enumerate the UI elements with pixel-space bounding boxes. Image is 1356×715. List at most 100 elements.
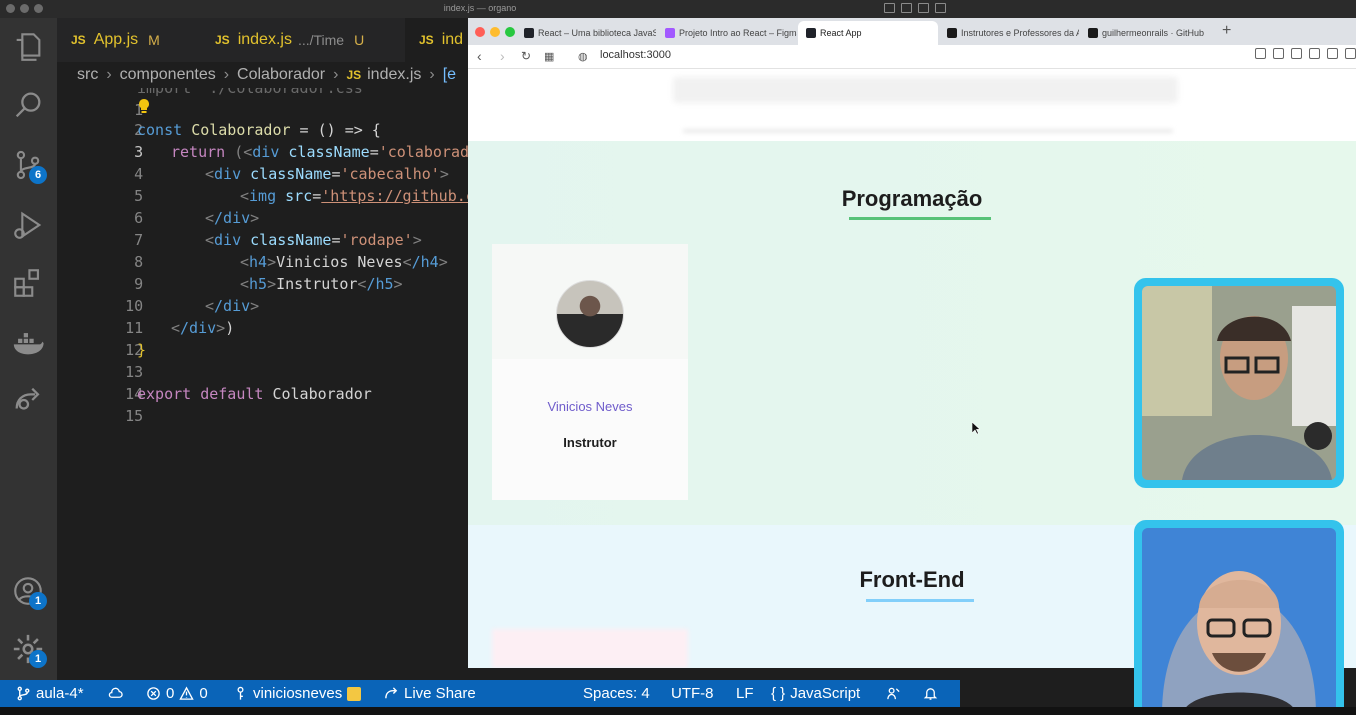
notifications-button[interactable] [923,686,938,701]
heart-icon[interactable] [1327,48,1338,59]
form-placeholder [673,77,1178,103]
breadcrumb-src[interactable]: src [77,66,98,84]
search-icon[interactable] [11,88,45,122]
menu-icon[interactable] [1345,48,1356,59]
tab-index-js-time[interactable]: JS index.js .../Time U [201,18,405,62]
code-line-15: 15 export default Colaborador [57,383,468,425]
layout-controls[interactable] [884,3,946,13]
code-line-13: 13 } [57,339,468,381]
tab-label: React App [820,28,862,38]
forward-icon[interactable]: › [500,48,505,64]
code-token: const [137,121,183,139]
breadcrumb-symbol[interactable]: [e [443,66,456,84]
tab-index-js-active[interactable]: JS ind [405,18,468,62]
back-icon[interactable]: ‹ [477,48,482,64]
code-token: img [249,187,277,205]
new-tab-button[interactable]: + [1222,22,1231,40]
activity-bar: 6 1 1 [0,18,57,680]
code-line-11: 11 </div> [57,295,468,337]
code-line-8: 8 <div className='rodape'> [57,229,468,271]
docker-icon[interactable] [11,326,45,360]
encoding-setting[interactable]: UTF-8 [671,685,714,702]
browser-tab-github[interactable]: guilhermeonrails · GitHub [1080,21,1220,45]
browser-minimize-button[interactable] [490,27,500,37]
extensions-icon[interactable] [11,266,45,300]
address-bar[interactable]: localhost:3000 [600,49,671,61]
settings-gear-icon[interactable]: 1 [11,632,47,668]
eol-setting[interactable]: LF [736,685,754,702]
reload-icon[interactable]: ↻ [521,49,531,63]
breadcrumb-componentes[interactable]: componentes [120,66,216,84]
code-token: className [241,231,332,249]
code-line-6: 6 <img src='https://github.c [57,185,468,227]
code-token: /h4 [411,253,439,271]
webcam-video [1142,528,1336,715]
webcam-feed-instructor-2 [1134,520,1344,715]
feedback-icon [887,687,900,700]
browser-extensions [1255,48,1356,59]
tab-status: M [148,32,160,48]
language-label: JavaScript [790,685,861,702]
code-token[interactable]: 'https://github.c [321,187,468,205]
browser-tab-alura[interactable]: Instrutores e Professores da Al [939,21,1079,45]
tab-filename: App.js [93,31,139,48]
browser-maximize-button[interactable] [505,27,515,37]
share-icon[interactable] [1255,48,1266,59]
explorer-icon[interactable] [11,30,45,64]
tab-label: guilhermeonrails · GitHub [1102,28,1205,38]
live-share-icon[interactable] [11,383,45,417]
browser-tab-react-app[interactable]: React App [798,21,938,45]
cloud-sync-icon [108,687,123,698]
customize-layout-icon[interactable] [935,3,946,13]
window-title: index.js — organo [443,3,517,13]
indentation-setting[interactable]: Spaces: 4 [583,685,650,702]
run-debug-icon[interactable] [11,208,45,242]
toggle-secondary-sidebar-icon[interactable] [918,3,929,13]
settings-badge: 1 [29,650,47,668]
language-mode[interactable]: { } JavaScript [771,685,860,702]
js-file-icon: JS [346,68,362,82]
shield-icon[interactable] [1291,48,1302,59]
chevron-right-icon: › [429,66,435,83]
form-divider [683,129,1173,133]
tab-label: React – Uma biblioteca JavaSc [538,28,656,38]
code-token: 'colaborado [378,143,468,161]
editor-tabs: JS App.js M JS index.js .../Time U JS in… [57,18,468,62]
camera-icon[interactable] [1273,48,1284,59]
key-icon [237,686,244,700]
team-title: Programação [841,186,983,211]
accounts-icon[interactable]: 1 [11,574,47,610]
code-line-2: 2 [57,97,468,139]
browser-tab-figma[interactable]: Projeto Intro ao React – Figma [657,21,797,45]
accounts-badge: 1 [29,592,47,610]
github-user[interactable]: viniciosneves [233,685,362,702]
status-bar: aula-4* 0 0 viniciosneves Live Share Spa… [0,680,960,707]
toggle-sidebar-icon[interactable] [884,3,895,13]
breadcrumb-index-js[interactable]: index.js [367,66,421,84]
toggle-panel-icon[interactable] [901,3,912,13]
chevron-right-icon: › [223,66,230,83]
problems-indicator[interactable]: 0 0 [146,685,208,702]
error-count: 0 [166,685,175,702]
tab-app-js[interactable]: JS App.js M [57,18,201,62]
tab-grid-icon[interactable]: ▦ [544,50,554,63]
branch-name: aula-4* [36,685,84,702]
code-line-14: 14 [57,361,468,403]
send-icon[interactable] [1309,48,1320,59]
live-share-button[interactable]: Live Share [384,685,476,702]
browser-close-button[interactable] [475,27,485,37]
browser-tab-react-docs[interactable]: React – Uma biblioteca JavaSc [516,21,656,45]
feedback-button[interactable] [886,686,901,701]
branch-indicator[interactable]: aula-4* [16,685,84,702]
tab-filename: index.js [237,31,292,48]
sync-button[interactable] [108,686,123,701]
globe-icon: ◍ [578,51,588,63]
code-token: div [214,165,242,183]
source-control-icon[interactable]: 6 [11,148,47,184]
lightbulb-icon[interactable] [137,98,151,114]
git-branch-icon [17,686,30,701]
code-line-12: 12 </div>) [57,317,468,359]
code-editor[interactable]: 1 import './Colaborador.css' 2 3 const C… [57,88,468,680]
react-favicon [806,28,816,38]
breadcrumb-colaborador[interactable]: Colaborador [237,66,325,84]
